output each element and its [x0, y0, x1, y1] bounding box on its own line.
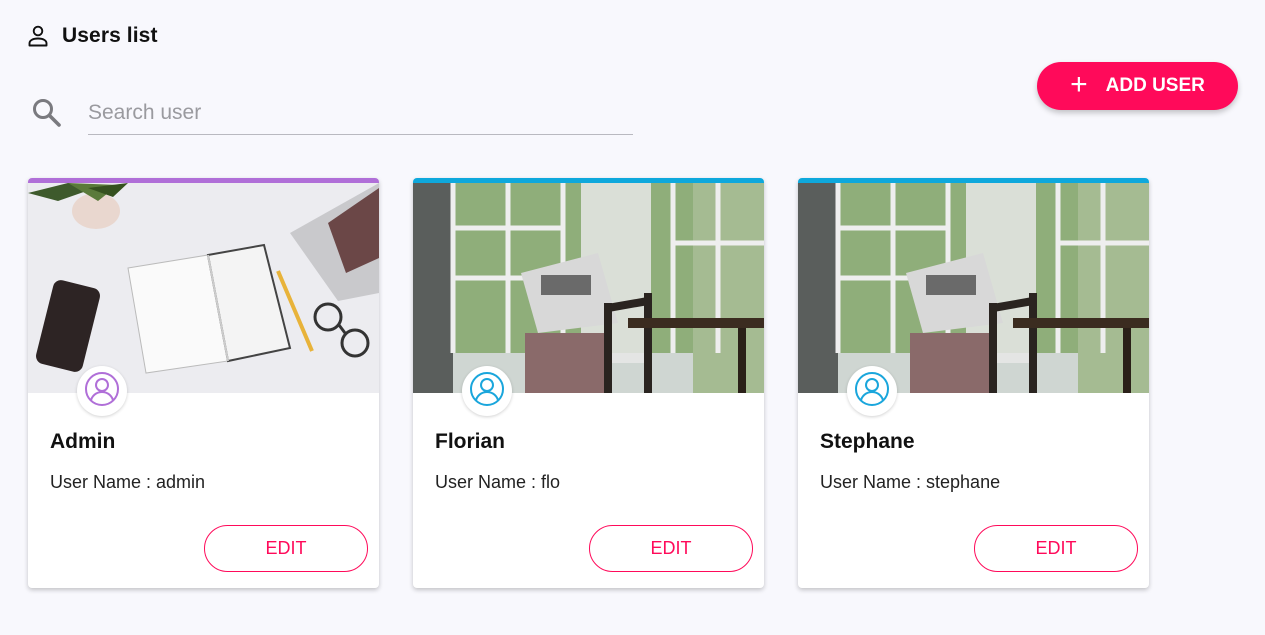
user-circle-icon [854, 371, 890, 412]
edit-user-button[interactable]: EDIT [589, 525, 753, 572]
edit-user-button[interactable]: EDIT [204, 525, 368, 572]
user-card: Admin User Name : admin EDIT [28, 178, 379, 588]
plus-icon: + [1070, 67, 1088, 101]
user-username: User Name : admin [50, 472, 206, 492]
user-card: Florian User Name : flo EDIT [413, 178, 764, 588]
user-card: Stephane User Name : stephane EDIT [798, 178, 1149, 588]
user-circle-icon [84, 371, 120, 412]
avatar [847, 366, 897, 416]
user-name: Stephane [820, 430, 915, 453]
user-circle-icon [469, 371, 505, 412]
users-page: Users list + ADD USER [0, 0, 1265, 635]
page-header: Users list [26, 24, 158, 48]
card-cover-image [413, 183, 764, 393]
user-name: Admin [50, 430, 116, 453]
add-user-label: ADD USER [1105, 75, 1205, 96]
card-cover-image [28, 183, 379, 393]
avatar [462, 366, 512, 416]
user-username: User Name : stephane [820, 472, 1001, 492]
user-outline-icon [26, 24, 50, 48]
user-name: Florian [435, 430, 506, 453]
edit-user-button[interactable]: EDIT [974, 525, 1138, 572]
add-user-button[interactable]: + ADD USER [1037, 62, 1238, 110]
avatar [77, 366, 127, 416]
search-input[interactable] [88, 92, 633, 135]
card-cover-image [798, 183, 1149, 393]
search-bar [30, 92, 633, 138]
user-username: User Name : flo [435, 472, 561, 492]
page-title: Users list [62, 24, 158, 47]
search-icon [30, 96, 62, 133]
